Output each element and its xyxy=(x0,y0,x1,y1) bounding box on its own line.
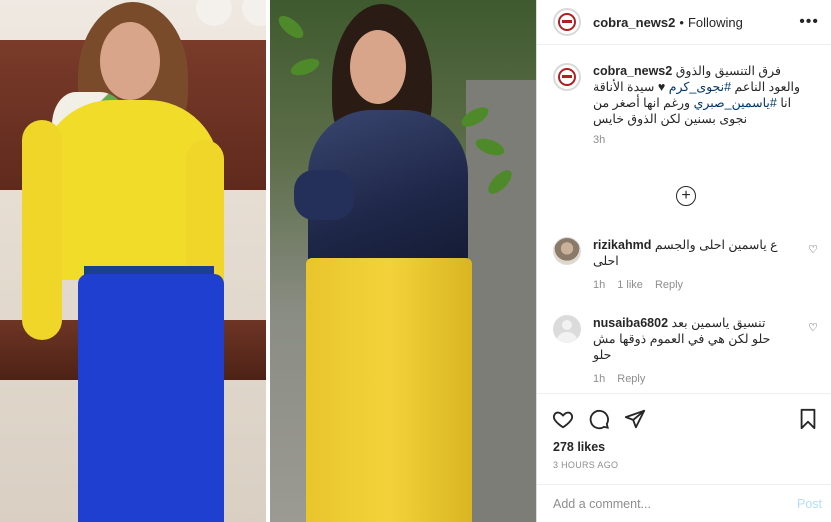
caption-line-3: انا #ياسمين_صبري ورغم انها أصغر من xyxy=(593,95,819,111)
comment-reply-button[interactable]: Reply xyxy=(655,277,683,293)
post-side-panel: cobra_news2 • Following ••• cobra_news2 … xyxy=(536,0,831,522)
leaf xyxy=(275,11,307,43)
caption-line-2-start: والعود الناعم xyxy=(734,80,801,94)
comment-username[interactable]: rizikahmd xyxy=(593,238,651,252)
image-overlay-controls xyxy=(196,0,266,26)
figure-pants xyxy=(78,274,224,522)
author-username[interactable]: cobra_news2 xyxy=(593,15,675,30)
comment-meta: 1h Reply xyxy=(593,371,818,387)
comment-reply-button[interactable]: Reply xyxy=(617,371,645,387)
add-comment-bar: Post xyxy=(537,484,831,522)
figure-arm-left xyxy=(22,120,62,340)
comment-avatar[interactable] xyxy=(553,237,581,265)
figure-face xyxy=(350,30,406,104)
caption-text: cobra_news2 فرق التنسيق والذوق والعود ال… xyxy=(593,63,819,127)
post-header: cobra_news2 • Following ••• xyxy=(537,0,831,45)
figure-face xyxy=(100,22,160,100)
leaf xyxy=(288,55,322,79)
figure-pants xyxy=(306,258,472,522)
caption-timestamp[interactable]: 3h xyxy=(593,134,819,146)
caption-line-3-end: ورغم انها أصغر من xyxy=(593,96,691,110)
caption-author-avatar[interactable] xyxy=(553,63,581,91)
comment-time[interactable]: 1h xyxy=(593,277,605,293)
photo-left xyxy=(0,0,266,522)
comment-heart-icon[interactable]: ♡ xyxy=(808,321,818,334)
comment-likes[interactable]: 1 like xyxy=(617,277,643,293)
share-icon[interactable] xyxy=(623,407,647,431)
comment-item: nusaiba6802 تنسيق ياسمين بعد حلو لكن هي … xyxy=(553,315,818,387)
post-image[interactable] xyxy=(0,0,536,522)
like-count[interactable]: 278 likes xyxy=(537,434,831,454)
caption-line-2-end: ♥ سيدة الأناقة xyxy=(593,80,666,94)
comment-avatar[interactable] xyxy=(553,315,581,343)
comment-icon[interactable] xyxy=(587,407,611,431)
heart-icon[interactable] xyxy=(551,407,575,431)
header-separator: • xyxy=(679,14,684,30)
comment-time[interactable]: 1h xyxy=(593,371,605,387)
comment-input[interactable] xyxy=(553,496,797,511)
comment-text-line-2: حلو لكن هي في العموم ذوقها مش xyxy=(593,332,771,346)
comment-item: rizikahmd ع ياسمين احلى والجسم احلى 1h 1… xyxy=(553,237,818,293)
caption-line-4: نجوى بسنين لكن الذوق خايس xyxy=(593,112,748,126)
comment-heart-icon[interactable]: ♡ xyxy=(808,243,818,256)
hashtag-link[interactable]: #ياسمين_صبري xyxy=(694,96,777,110)
comment-username[interactable]: nusaiba6802 xyxy=(593,316,668,330)
bookmark-icon[interactable] xyxy=(796,407,820,431)
post-comment-button[interactable]: Post xyxy=(797,497,822,511)
comment-meta: 1h 1 like Reply xyxy=(593,277,818,293)
caption-line-1: فرق التنسيق والذوق xyxy=(675,64,782,78)
post-actions-section: 278 likes 3 HOURS AGO xyxy=(537,393,831,470)
hashtag-link[interactable]: #نجوى_كرم xyxy=(669,80,731,94)
more-icon[interactable]: ••• xyxy=(799,13,819,31)
author-avatar[interactable] xyxy=(553,8,581,36)
caption-line-2: والعود الناعم #نجوى_كرم ♥ سيدة الأناقة xyxy=(593,79,819,95)
caption-line-3-start: انا xyxy=(780,96,792,110)
comment-text-line-2: احلى xyxy=(593,254,619,268)
comment-text: ع ياسمين احلى والجسم xyxy=(654,238,778,252)
figure-arm xyxy=(294,170,354,220)
post-caption: cobra_news2 فرق التنسيق والذوق والعود ال… xyxy=(537,45,831,146)
plus-circle-icon[interactable]: + xyxy=(676,186,696,206)
caption-username[interactable]: cobra_news2 xyxy=(593,64,672,78)
post-timestamp[interactable]: 3 HOURS AGO xyxy=(537,454,831,470)
following-button[interactable]: Following xyxy=(688,15,743,30)
comment-text: تنسيق ياسمين بعد xyxy=(671,316,766,330)
action-icons xyxy=(537,394,831,434)
comment-text-line-3: حلو xyxy=(593,348,612,362)
photo-right xyxy=(270,0,536,522)
